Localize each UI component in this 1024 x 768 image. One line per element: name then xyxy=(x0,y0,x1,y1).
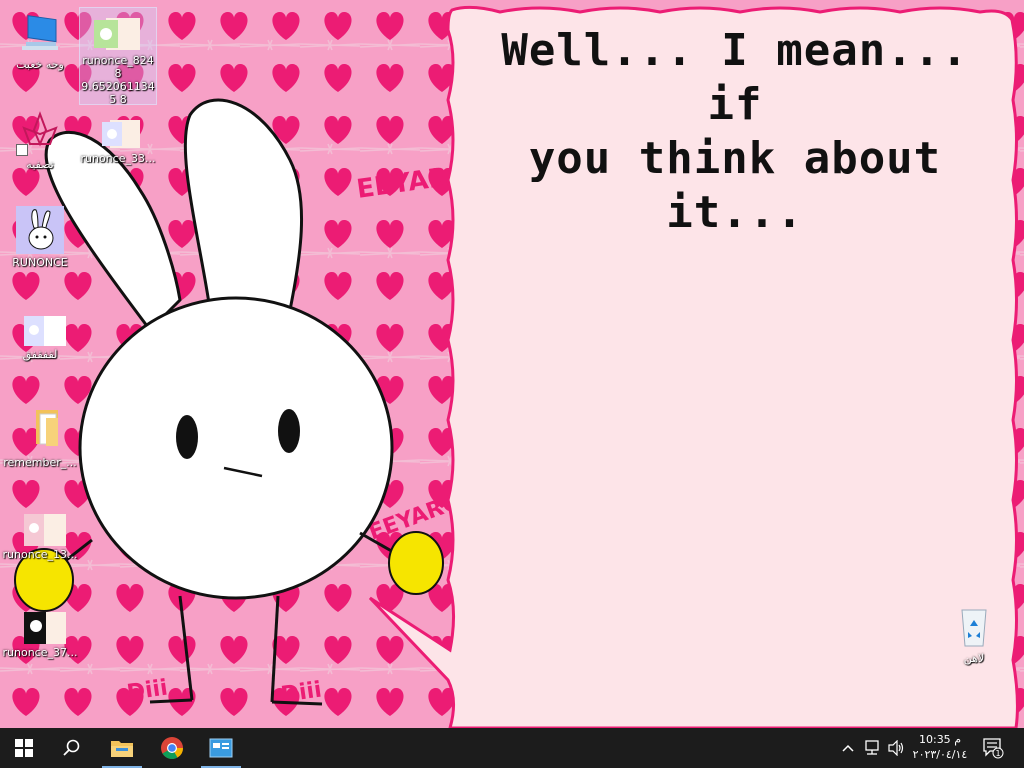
desktop-icon-runonce-37[interactable]: runonce_37... xyxy=(2,612,78,659)
image-thumb-icon xyxy=(92,16,144,52)
shortcut-arrow-icon xyxy=(16,144,28,156)
chrome-icon xyxy=(161,737,183,759)
desktop-icon-image-file[interactable]: لقفقفق xyxy=(2,316,78,361)
app-window-icon xyxy=(209,738,233,758)
notification-count: 1 xyxy=(995,749,1000,758)
clock[interactable]: 10:35 م ٢٠٢٣/٠٤/١٤ xyxy=(900,732,980,762)
desktop-icon-label: RUNONCE xyxy=(12,256,68,269)
image-thumb-icon xyxy=(14,514,66,546)
desktop-icon-label: remember_... xyxy=(3,456,77,469)
desktop-icon-label: runonce_33... xyxy=(80,152,156,165)
taskbar-chrome[interactable] xyxy=(148,728,196,768)
network-icon xyxy=(865,740,879,755)
action-center-button[interactable]: 1 xyxy=(978,728,1008,768)
folder-icon xyxy=(111,741,133,757)
desktop-icon-label: لاهن xyxy=(963,652,985,665)
desktop-icon-label: لقفقفق xyxy=(22,348,58,361)
desktop-icon-control-panel[interactable]: وحه خعبت xyxy=(2,8,78,71)
taskbar-app-window[interactable] xyxy=(197,728,245,768)
image-thumb-icon xyxy=(14,316,66,346)
folder-icon xyxy=(16,406,64,454)
recycle-bin-icon xyxy=(950,602,998,650)
notification-icon: 1 xyxy=(983,738,1004,759)
windows-logo-icon xyxy=(15,739,33,757)
network-button[interactable] xyxy=(860,728,884,768)
desktop-icon-runonce-33[interactable]: runonce_33... xyxy=(80,118,156,165)
bunny-icon xyxy=(16,206,64,254)
image-thumb-icon xyxy=(92,118,144,150)
monitor-icon xyxy=(16,8,64,56)
image-thumb-icon xyxy=(14,612,66,644)
show-hidden-icons-button[interactable] xyxy=(838,728,858,768)
desktop-icon-recycle-bin[interactable]: لاهن xyxy=(936,602,1012,665)
start-button[interactable] xyxy=(0,728,48,768)
desktop-icon-runonce-app[interactable]: RUNONCE xyxy=(2,206,78,269)
taskbar-file-explorer[interactable] xyxy=(98,728,146,768)
desktop-icon-label: runonce_13... xyxy=(2,548,78,561)
desktop-icon-label: runonce_8248 9.6520611345 8 xyxy=(81,54,155,106)
speech-line-2: you think about it... xyxy=(528,133,942,238)
desktop-icon-label: runonce_37... xyxy=(2,646,78,659)
desktop-icon-label: تصفيه xyxy=(26,158,54,171)
desktop-icon-runonce-8248[interactable]: runonce_8248 9.6520611345 8 xyxy=(79,7,157,106)
desktop[interactable]: EEYARO EEYARO Diii Diii Well... I mean..… xyxy=(0,0,1024,728)
clock-time: 10:35 م xyxy=(918,733,961,746)
search-icon xyxy=(63,739,80,756)
desktop-icon-runonce-13[interactable]: runonce_13... xyxy=(2,514,78,561)
desktop-icon-label: وحه خعبت xyxy=(16,58,64,71)
search-button[interactable] xyxy=(48,728,96,768)
speech-bubble-text: Well... I mean... if you think about it.… xyxy=(470,24,1000,240)
taskbar: 10:35 م ٢٠٢٣/٠٤/١٤ 1 xyxy=(0,728,1024,768)
desktop-icon-remember-folder[interactable]: remember_... xyxy=(2,406,78,469)
lotus-icon xyxy=(16,108,64,156)
speech-line-1: Well... I mean... if xyxy=(501,25,969,130)
desktop-icon-lotus-shortcut[interactable]: تصفيه xyxy=(2,108,78,171)
clock-date: ٢٠٢٣/٠٤/١٤ xyxy=(912,748,968,761)
chevron-up-icon xyxy=(842,744,854,752)
